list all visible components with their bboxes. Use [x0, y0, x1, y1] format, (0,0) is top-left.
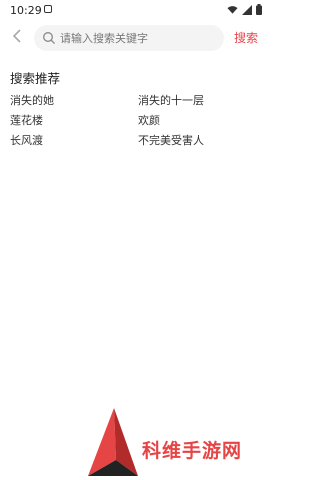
search-bar: 搜索	[0, 25, 270, 53]
suggestion-item[interactable]: 消失的她	[10, 92, 54, 108]
suggestion-item[interactable]: 欢颜	[138, 112, 160, 128]
watermark-text: 科维手游网	[142, 440, 243, 462]
signal-icon	[242, 4, 252, 15]
suggestion-item[interactable]: 长风渡	[10, 132, 43, 148]
status-bar: 10:29	[0, 0, 270, 22]
wifi-icon	[227, 5, 238, 14]
back-button[interactable]	[8, 27, 26, 49]
status-icons	[227, 4, 262, 15]
battery-icon	[256, 4, 262, 15]
notification-icon	[44, 5, 52, 13]
watermark-logo: 科维手游网	[86, 404, 270, 480]
suggestion-item[interactable]: 消失的十一层	[138, 92, 204, 108]
status-time: 10:29	[10, 4, 42, 17]
section-title: 搜索推荐	[10, 71, 61, 86]
suggestion-item[interactable]: 不完美受害人	[138, 132, 204, 148]
suggestion-item[interactable]: 莲花楼	[10, 112, 43, 128]
search-icon	[43, 32, 55, 44]
triangle-logo-icon	[88, 408, 138, 476]
chevron-left-icon	[12, 29, 21, 43]
search-box[interactable]	[34, 25, 224, 51]
search-button[interactable]: 搜索	[234, 29, 258, 46]
search-input[interactable]	[60, 29, 215, 47]
